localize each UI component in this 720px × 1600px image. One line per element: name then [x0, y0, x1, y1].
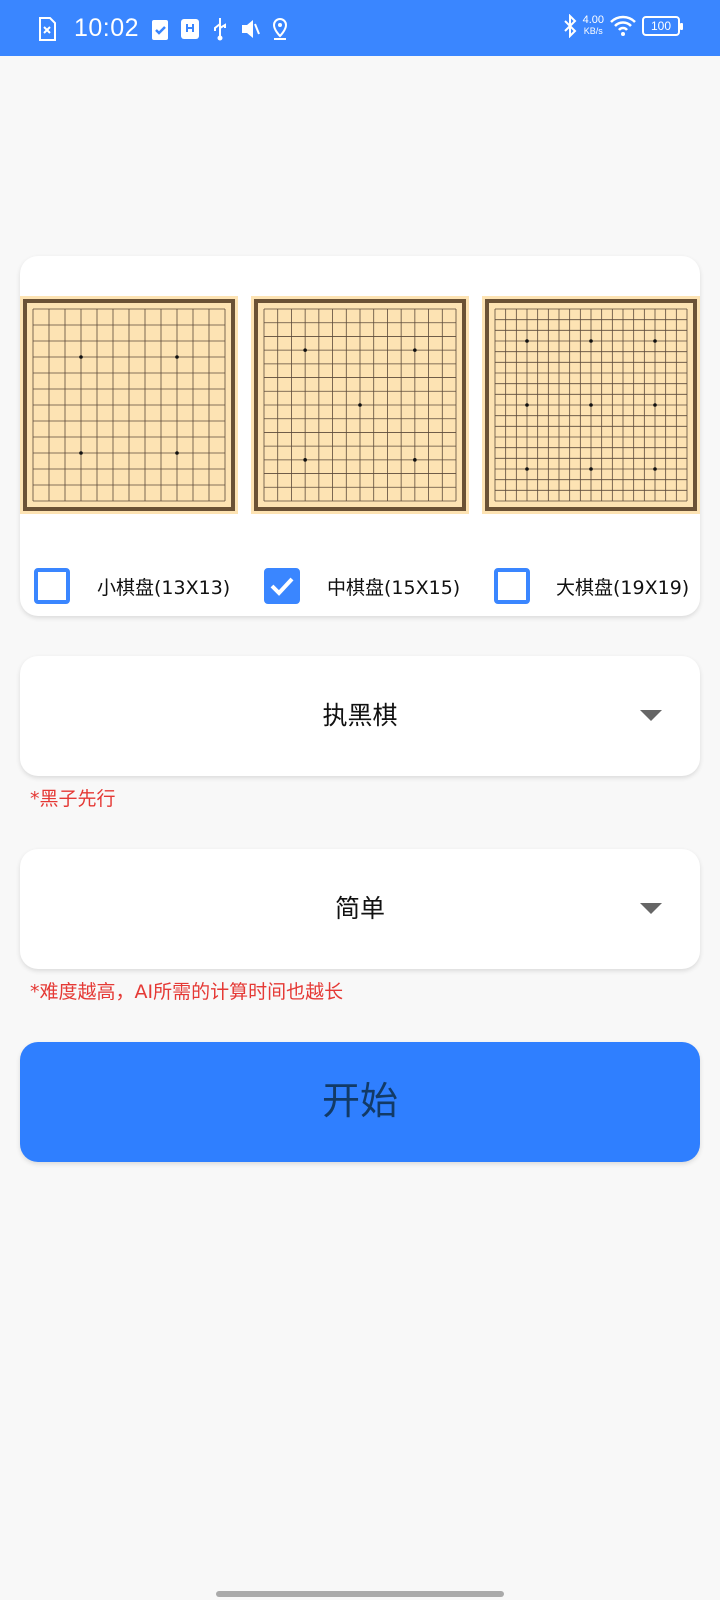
clipboard-check-icon: [152, 19, 169, 40]
checkbox-medium-board[interactable]: [264, 568, 300, 604]
usb-icon: [214, 17, 227, 40]
dropdown-arrow-icon: [640, 903, 662, 914]
go-board-13-icon: [23, 299, 235, 511]
difficulty-value: 简单: [334, 894, 385, 923]
mute-icon: [242, 19, 260, 38]
option-label-small: 小棋盘(13X13): [97, 576, 231, 599]
go-board-15-icon: [254, 299, 466, 511]
option-medium-board[interactable]: 中棋盘(15X15): [264, 568, 460, 604]
status-left: 10:02: [36, 14, 299, 43]
net-speed-value: 4.00: [582, 14, 604, 26]
board-preview-medium[interactable]: [251, 296, 469, 514]
board-preview-small[interactable]: [20, 296, 238, 514]
status-right: 4.00 KB/s 100: [563, 14, 683, 38]
net-speed: 4.00 KB/s: [583, 15, 604, 37]
battery-icon: 100: [642, 16, 683, 36]
home-indicator[interactable]: [216, 1591, 504, 1597]
sim-error-icon: [39, 16, 56, 41]
location-icon: [273, 17, 288, 40]
net-speed-unit: KB/s: [583, 26, 603, 36]
board-size-card: 小棋盘(13X13) 中棋盘(15X15) 大棋盘(19X19): [20, 256, 700, 616]
go-board-19-icon: [485, 299, 697, 511]
usb-debug-icon: [181, 18, 200, 39]
difficulty-select[interactable]: 简单: [20, 849, 700, 969]
difficulty-hint: *难度越高，AI所需的计算时间也越长: [30, 981, 344, 1003]
option-large-board[interactable]: 大棋盘(19X19): [494, 568, 689, 604]
wifi-icon: [610, 15, 636, 36]
board-preview-large[interactable]: [482, 296, 700, 514]
checkbox-large-board[interactable]: [494, 568, 530, 604]
option-small-board[interactable]: 小棋盘(13X13): [34, 568, 230, 604]
checkbox-small-board[interactable]: [34, 568, 70, 604]
checkmark-icon: [270, 577, 294, 596]
option-label-large: 大棋盘(19X19): [556, 576, 690, 599]
stone-color-value: 执黑棋: [322, 701, 398, 730]
stone-color-select[interactable]: 执黑棋: [20, 656, 700, 776]
dropdown-arrow-icon: [640, 710, 662, 721]
start-button[interactable]: 开始: [20, 1042, 700, 1162]
status-bar: 10:02 4.00 KB/s 100: [0, 0, 720, 56]
status-time: 10:02: [74, 14, 140, 42]
bluetooth-icon: [563, 14, 576, 38]
stone-color-hint: *黑子先行: [30, 788, 116, 810]
option-label-medium: 中棋盘(15X15): [327, 576, 461, 599]
